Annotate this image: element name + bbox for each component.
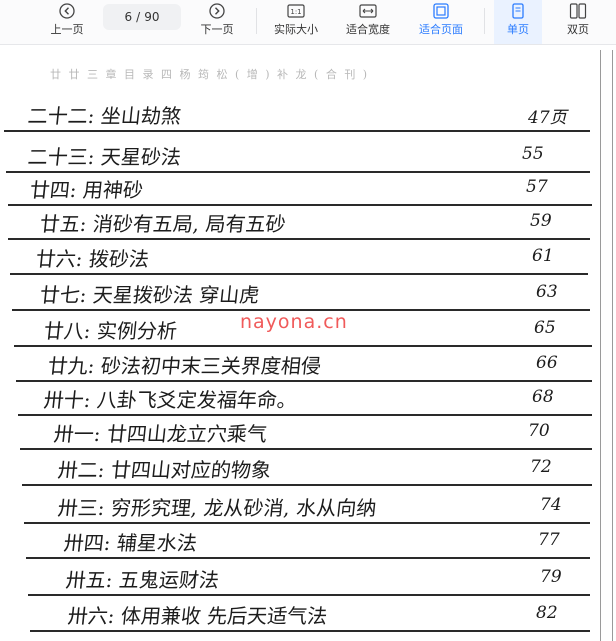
toc-entry-label: 卅五: 五鬼运财法 (64, 568, 221, 592)
toc-underline (30, 630, 590, 632)
toc-row[interactable]: 二十三: 天星砂法 55 (0, 137, 616, 173)
toc-row[interactable]: 廿九: 砂法初中末三关界度相侵 66 (0, 346, 616, 382)
double-page-label: 双页 (567, 23, 589, 36)
toc-row[interactable]: 卅十: 八卦飞爻定发福年命。 68 (0, 380, 616, 416)
fit-width-icon (359, 4, 377, 18)
toc-row[interactable]: 卅三: 穷形究理, 龙从砂消, 水从向纳 74 (0, 488, 616, 524)
double-page-button[interactable]: 双页 (556, 0, 600, 44)
single-page-button[interactable]: 单页 (496, 0, 540, 44)
prev-page-button[interactable]: 上一页 (44, 0, 90, 44)
page-indicator[interactable]: 6/90 (103, 4, 181, 30)
toc-entry-page: 65 (534, 318, 556, 338)
toc-row[interactable]: 卅二: 廿四山对应的物象 72 (0, 450, 616, 486)
toc-row[interactable]: 卅五: 五鬼运财法 79 (0, 560, 616, 596)
fit-page-label: 适合页面 (419, 23, 463, 36)
watermark: nayona.cn (240, 311, 348, 333)
fit-page-button[interactable]: 适合页面 (412, 0, 470, 44)
toc-entry-label: 卅三: 穷形究理, 龙从砂消, 水从向纳 (56, 496, 378, 520)
actual-size-icon: 1:1 (287, 4, 305, 18)
toc-entry-page: 61 (532, 246, 554, 266)
toc-underline (4, 130, 590, 132)
double-page-icon (569, 3, 587, 19)
single-page-label: 单页 (507, 23, 529, 36)
toc-row[interactable]: 廿五: 消砂有五局, 局有五砂 59 (0, 204, 616, 240)
toc-entry-label: 廿九: 砂法初中末三关界度相侵 (46, 354, 323, 378)
actual-size-button[interactable]: 1:1 实际大小 (268, 0, 324, 44)
next-page-button[interactable]: 下一页 (194, 0, 240, 44)
page-total: 90 (144, 10, 160, 24)
toc-entry-label: 廿六: 拨砂法 (34, 247, 151, 271)
toc-entry-label: 廿七: 天星拨砂法 穿山虎 (38, 283, 261, 307)
toc-entry-label: 卅二: 廿四山对应的物象 (56, 458, 273, 482)
toc-entry-page: 79 (540, 567, 562, 587)
toc-entry-label: 二十二: 坐山劫煞 (26, 104, 183, 128)
toc-entry-label: 廿四: 用神砂 (28, 178, 145, 202)
toc-entry-label: 卅六: 体用兼收 先后天适气法 (66, 604, 329, 628)
toc-entry-label: 卅十: 八卦飞爻定发福年命。 (42, 388, 299, 412)
toc-entry-page: 47页 (528, 108, 567, 128)
toc-entry-page: 74 (540, 495, 562, 515)
toc-row[interactable]: 二十二: 坐山劫煞 47页 (0, 96, 616, 132)
single-page-icon (512, 3, 524, 19)
toc-entry-label: 廿八: 实例分析 (42, 319, 179, 343)
toc-row[interactable]: 卅四: 辅星水法 77 (0, 523, 616, 559)
page-header-faint: 廿 廿 三 章 目 录 四 杨 筠 松 ( 增 ) 补 龙 ( 合 刊 ) (50, 68, 370, 81)
actual-size-label: 实际大小 (274, 23, 318, 36)
toc-entry-page: 70 (528, 421, 550, 441)
fit-width-label: 适合宽度 (346, 23, 390, 36)
toc-entry-page: 82 (536, 603, 558, 623)
toc-row[interactable]: 廿七: 天星拨砂法 穿山虎 63 (0, 275, 616, 311)
prev-page-label: 上一页 (50, 23, 84, 36)
toc-entry-page: 77 (538, 530, 560, 550)
page-separator: / (136, 10, 141, 24)
toc-entry-label: 卅一: 廿四山龙立穴乘气 (52, 422, 269, 446)
toc-entry-page: 68 (532, 387, 554, 407)
toc-entry-label: 二十三: 天星砂法 (26, 145, 183, 169)
toc-underline (26, 557, 590, 559)
chevron-left-circle-icon (59, 3, 75, 19)
toc-row[interactable]: 卅六: 体用兼收 先后天适气法 82 (0, 596, 616, 632)
reader-toolbar: 上一页 6/90 下一页 1:1 实际大小 适合宽度 适合页面 单页 双页 (0, 0, 616, 45)
toc-entry-label: 卅四: 辅星水法 (62, 531, 199, 555)
actual-size-icon-text: 1:1 (290, 8, 301, 16)
fit-width-button[interactable]: 适合宽度 (340, 0, 396, 44)
chevron-right-circle-icon (209, 3, 225, 19)
next-page-label: 下一页 (200, 23, 234, 36)
toc-row[interactable]: 廿四: 用神砂 57 (0, 170, 616, 206)
toc-entry-page: 59 (530, 211, 552, 231)
toc-entry-page: 57 (526, 177, 548, 197)
toc-row[interactable]: 廿六: 拨砂法 61 (0, 239, 616, 275)
toc-entry-page: 63 (536, 282, 558, 302)
toc-row[interactable]: 卅一: 廿四山龙立穴乘气 70 (0, 414, 616, 450)
toc-entry-page: 66 (536, 353, 558, 373)
toolbar-divider (256, 8, 257, 34)
toolbar-divider (484, 8, 485, 34)
toc-underline (22, 484, 592, 486)
page-current[interactable]: 6 (125, 10, 133, 24)
toc-entry-label: 廿五: 消砂有五局, 局有五砂 (38, 212, 287, 236)
toc-entry-page: 72 (530, 457, 552, 477)
fit-page-icon (433, 3, 449, 19)
toc-entry-page: 55 (522, 144, 544, 164)
